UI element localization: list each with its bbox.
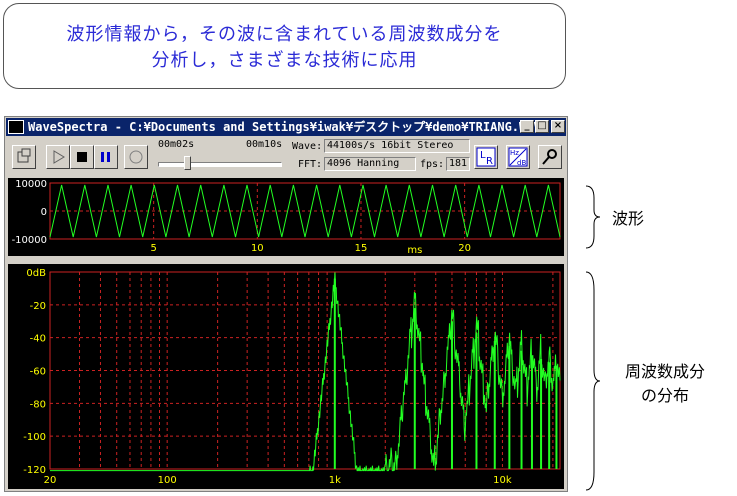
play-icon (53, 150, 65, 164)
waveform-x-tick: 5 (150, 243, 156, 254)
spectrum-label-line1: 周波数成分 (624, 362, 705, 381)
waveform-x-unit: ms (407, 245, 422, 256)
spectrum-bracket (585, 271, 601, 491)
callout-line-1: 波形情報から，その波に含まれている周波数成分を (66, 24, 503, 45)
fft-setting[interactable]: 4096 Hanning (324, 157, 416, 171)
waveform-bracket (585, 185, 601, 249)
spectrum-x-tick: 20 (44, 475, 57, 486)
app-icon[interactable] (8, 120, 24, 134)
title-bar[interactable]: WaveSpectra - C:¥Documents and Settings¥… (6, 118, 566, 136)
spectrum-chart: 0dB -20 -40 -60 -80 -100 -12020 100 1k 10k (23, 268, 561, 486)
time-start: 00m02s (158, 139, 195, 150)
spectrum-y-tick: 0dB (26, 268, 46, 279)
spectrum-y-tick: -60 (30, 367, 46, 378)
pause-button[interactable] (94, 145, 118, 169)
wave-format: 44100s/s 16bit Stereo (324, 139, 470, 153)
fft-label: FFT: (298, 159, 323, 170)
lr-channel-button[interactable]: L R (474, 145, 498, 169)
waveform-y-tick: 10000 (15, 179, 47, 190)
settings-icon (542, 149, 557, 165)
waveform-x-tick: 20 (458, 243, 471, 254)
window-title: WaveSpectra - C:¥Documents and Settings¥… (28, 120, 541, 134)
waveform-x-tick: 15 (355, 243, 368, 254)
stop-icon (77, 152, 87, 162)
slider-track (158, 162, 282, 167)
position-slider[interactable] (156, 155, 284, 171)
toolbar: 00m02s 00m10s Wave: 44100s/s 16bit Stere… (6, 137, 566, 177)
lr-label-r: R (486, 156, 493, 167)
record-button[interactable] (12, 145, 36, 169)
rec-button[interactable] (124, 145, 148, 169)
waveform-x-tick: 10 (251, 243, 264, 254)
settings-button[interactable] (538, 145, 562, 169)
spectrum-x-tick: 100 (158, 475, 177, 486)
spectrum-y-tick: -80 (30, 399, 46, 410)
fps-label: fps: (420, 159, 445, 170)
maximize-button[interactable]: □ (535, 120, 549, 133)
hz-db-scale-button[interactable]: Hz dB (506, 145, 530, 169)
callout-line-2: 分析し，さまざまな技術に応用 (151, 50, 418, 71)
spectrum-y-tick: -20 (30, 301, 46, 312)
spectrum-x-tick: 1k (329, 475, 341, 486)
play-button[interactable] (46, 145, 70, 169)
lr-icon: L R (476, 147, 496, 167)
spectrum-trace (50, 272, 561, 472)
rec-circle-icon (129, 150, 143, 164)
db-label: dB (517, 159, 526, 167)
time-end: 00m10s (246, 139, 283, 150)
waveform-label: 波形 (612, 209, 645, 228)
close-button[interactable]: × (551, 120, 565, 133)
pause-icon (101, 152, 110, 162)
stop-button[interactable] (70, 145, 94, 169)
spectrum-panel: 0dB -20 -40 -60 -80 -100 -120 20 100 1k 10k (8, 264, 564, 489)
spectrum-y-tick: -120 (23, 465, 46, 476)
slider-thumb[interactable] (183, 156, 191, 170)
wave-label: Wave: (292, 141, 323, 152)
record-icon (17, 148, 31, 163)
spectrum-x-tick: 10k (493, 475, 512, 486)
waveform-panel: 10000 0 -10000 5 10 15 20 ms (8, 178, 564, 256)
hz-label: Hz (510, 149, 519, 157)
spectrum-label: 周波数成分 の分布 (600, 358, 730, 406)
spectrum-y-tick: -100 (23, 432, 46, 443)
minimize-button[interactable]: _ (520, 120, 534, 133)
hz-db-icon: Hz dB (508, 147, 528, 167)
wavespectra-window: WaveSpectra - C:¥Documents and Settings¥… (4, 116, 568, 492)
waveform-y-tick: -10000 (12, 235, 47, 246)
spectrum-label-line2: の分布 (640, 386, 689, 405)
waveform-y-tick: 0 (41, 207, 47, 218)
fps-value: 181 (446, 157, 470, 171)
explanation-callout: 波形情報から，その波に含まれている周波数成分を 分析し，さまざまな技術に応用 (3, 3, 566, 89)
waveform-chart: 10000 0 -10000 5 10 15 20 ms (12, 179, 561, 256)
spectrum-y-tick: -40 (30, 334, 46, 345)
